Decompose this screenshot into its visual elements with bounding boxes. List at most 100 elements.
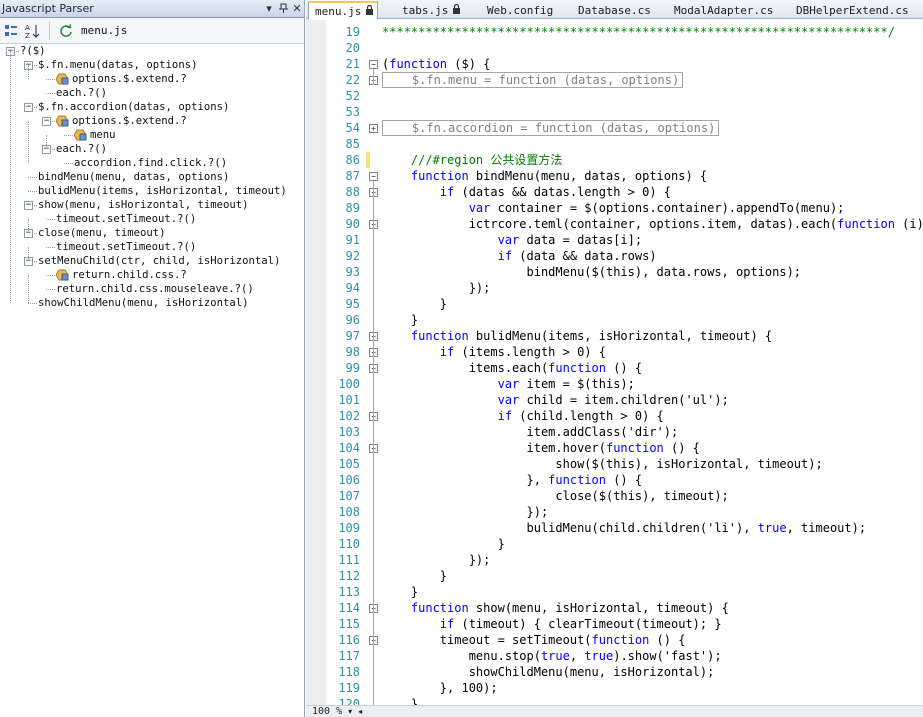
zoom-level[interactable]: 100 % <box>312 706 342 717</box>
code-line[interactable]: 96 } <box>306 312 923 328</box>
tree-node[interactable]: show(menu, isHorizontal, timeout) <box>38 198 248 212</box>
tree-node[interactable]: showChildMenu(menu, isHorizontal) <box>38 296 248 310</box>
line-number: 85 <box>345 137 360 151</box>
dropdown-icon[interactable]: ▾ <box>262 2 276 16</box>
tree-node[interactable]: accordion.find.click.?() <box>74 156 227 170</box>
code-line[interactable]: 85 <box>306 136 923 152</box>
line-number: 101 <box>338 393 360 407</box>
code-line[interactable]: 53 <box>306 104 923 120</box>
code-line[interactable]: 95 } <box>306 296 923 312</box>
line-number: 103 <box>338 425 360 439</box>
tab-dbhelperextend-cs[interactable]: DBHelperExtend.cs <box>790 1 909 19</box>
code-line[interactable]: 119 }, 100); <box>306 680 923 696</box>
code-line[interactable]: 111 }); <box>306 552 923 568</box>
code-line[interactable]: 100 var item = $(this); <box>306 376 923 392</box>
code-line[interactable]: 52 <box>306 88 923 104</box>
code-line[interactable]: 88− if (datas && datas.length > 0) { <box>306 184 923 200</box>
code-line[interactable]: 109 bulidMenu(child.children('li'), true… <box>306 520 923 536</box>
code-line[interactable]: 97− function bulidMenu(items, isHorizont… <box>306 328 923 344</box>
tree-node[interactable]: options.$.extend.? <box>56 114 187 128</box>
code-line[interactable]: 106 }, function () { <box>306 472 923 488</box>
code-line[interactable]: 93 bindMenu($(this), data.rows, options)… <box>306 264 923 280</box>
tree-guide-line <box>28 65 29 79</box>
code-line[interactable]: 118 showChildMenu(menu, isHorizontal); <box>306 664 923 680</box>
tree-node-label: options.$.extend.? <box>72 115 187 127</box>
line-number: 114 <box>338 601 360 615</box>
code-line[interactable]: 107 close($(this), timeout); <box>306 488 923 504</box>
code-line[interactable]: 117 menu.stop(true, true).show('fast'); <box>306 648 923 664</box>
sort-alphabetical-button[interactable]: AZ <box>24 22 42 40</box>
line-number: 119 <box>338 681 360 695</box>
code-line[interactable]: 54 + $.fn.accordion = function (datas, op… <box>306 120 923 136</box>
tab-tabs-js[interactable]: tabs.js <box>396 1 461 19</box>
code-line[interactable]: 94 }); <box>306 280 923 296</box>
code-line[interactable]: 113 } <box>306 584 923 600</box>
tree-node[interactable]: timeout.setTimeout.?() <box>56 212 196 226</box>
code-line[interactable]: 108 }); <box>306 504 923 520</box>
code-line[interactable]: 91 var data = datas[i]; <box>306 232 923 248</box>
tab-modaladapter-cs[interactable]: ModalAdapter.cs <box>668 1 780 19</box>
tree-node[interactable]: ?($) <box>20 44 46 58</box>
code-line[interactable]: 102− if (child.length > 0) { <box>306 408 923 424</box>
collapse-icon[interactable]: − <box>369 60 378 69</box>
code-line[interactable]: 20 <box>306 40 923 56</box>
code-line[interactable]: 120 } <box>306 696 923 705</box>
code-line[interactable]: 89 var container = $(options.container).… <box>306 200 923 216</box>
tree-node[interactable]: bindMenu(menu, datas, options) <box>38 170 229 184</box>
tree-node[interactable]: $.fn.accordion(datas, options) <box>38 100 229 114</box>
code-editor[interactable]: 19 **************************************… <box>306 20 923 705</box>
code-line[interactable]: 105 show($(this), isHorizontal, timeout)… <box>306 456 923 472</box>
zoom-dropdown-icon[interactable]: ▾ <box>348 707 352 716</box>
tree-node[interactable]: each.?() <box>56 142 107 156</box>
tree-node[interactable]: $.fn.menu(datas, options) <box>38 58 197 72</box>
code-text: if (items.length > 0) { <box>439 345 606 359</box>
tab-web-config[interactable]: Web.config <box>481 1 561 19</box>
collapse-icon[interactable]: − <box>369 172 378 181</box>
tab-label: DBHelperExtend.cs <box>796 3 909 17</box>
categorize-button[interactable] <box>2 22 20 40</box>
refresh-button[interactable] <box>57 22 75 40</box>
code-line[interactable]: 92 if (data && data.rows) <box>306 248 923 264</box>
tab-menu-js[interactable]: menu.js <box>308 1 378 19</box>
code-line[interactable]: 103 item.addClass('dir'); <box>306 424 923 440</box>
code-line[interactable]: 101 var child = item.children('ul'); <box>306 392 923 408</box>
tree-expander-icon[interactable]: − <box>24 201 33 210</box>
tree-node-label: timeout.setTimeout.?() <box>56 213 197 225</box>
tree-node[interactable]: return.child.css.mouseleave.?() <box>56 282 254 296</box>
tree-expander-icon[interactable]: − <box>42 117 51 126</box>
tree-node[interactable]: bulidMenu(items, isHorizontal, timeout) <box>38 184 287 198</box>
code-line[interactable]: 116− timeout = setTimeout(function () { <box>306 632 923 648</box>
tree-node-label: return.child.css.? <box>72 269 187 281</box>
expand-icon[interactable]: + <box>369 124 378 133</box>
tab-database-cs[interactable]: Database.cs <box>572 1 660 19</box>
code-line[interactable]: 90− ictrcore.teml(container, options.ite… <box>306 216 923 232</box>
tree-node[interactable]: return.child.css.? <box>56 268 187 282</box>
code-line[interactable]: 114− function show(menu, isHorizontal, t… <box>306 600 923 616</box>
code-line[interactable]: 104− item.hover(function () { <box>306 440 923 456</box>
tree-expander-icon[interactable]: − <box>24 103 33 112</box>
tree-node[interactable]: each.?() <box>56 86 107 100</box>
code-text: var data = datas[i]; <box>497 233 643 247</box>
code-line[interactable]: 19 **************************************… <box>306 24 923 40</box>
pin-icon[interactable] <box>276 2 290 16</box>
tree-node-label: show(menu, isHorizontal, timeout) <box>38 199 249 211</box>
tree-node[interactable]: close(menu, timeout) <box>38 226 166 240</box>
code-line[interactable]: 87− function bindMenu(menu, datas, optio… <box>306 168 923 184</box>
code-line[interactable]: 99− items.each(function () { <box>306 360 923 376</box>
close-icon[interactable]: ✕ <box>290 2 304 16</box>
line-number: 94 <box>345 281 360 295</box>
tree-node[interactable]: setMenuChild(ctr, child, isHorizontal) <box>38 254 280 268</box>
tree-node[interactable]: options.$.extend.? <box>56 72 187 86</box>
code-line[interactable]: 98− if (items.length > 0) { <box>306 344 923 360</box>
code-line[interactable]: 86 ///#region 公共设置方法 <box>306 152 923 168</box>
code-line[interactable]: 112 } <box>306 568 923 584</box>
code-line[interactable]: 115 if (timeout) { clearTimeout(timeout)… <box>306 616 923 632</box>
code-line[interactable]: 110 } <box>306 536 923 552</box>
tree-node[interactable]: menu <box>74 128 116 142</box>
scroll-left-icon[interactable]: ◂ <box>358 707 362 716</box>
code-text: if (data && data.rows) <box>497 249 657 263</box>
code-line[interactable]: 21− (function ($) { <box>306 56 923 72</box>
tree-node[interactable]: timeout.setTimeout.?() <box>56 240 196 254</box>
line-number: 96 <box>345 313 360 327</box>
code-line[interactable]: 22 + $.fn.menu = function (datas, options… <box>306 72 923 88</box>
